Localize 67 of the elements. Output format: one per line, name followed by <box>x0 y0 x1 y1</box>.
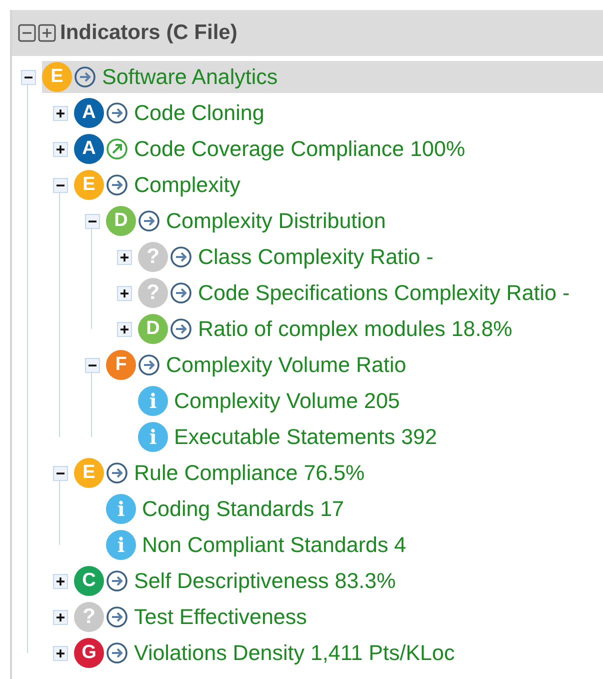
grade-badge: A <box>74 98 104 128</box>
tree-row[interactable]: C Self Descriptiveness 83.3% <box>52 565 603 597</box>
panel-title: Indicators (C File) <box>60 21 238 45</box>
expand-toggle-icon[interactable] <box>52 610 68 624</box>
tree-item-label[interactable]: Non Compliant Standards 4 <box>142 532 406 558</box>
expand-toggle-icon[interactable] <box>52 574 68 588</box>
tree-row[interactable]: i Coding Standards 17 <box>84 493 603 525</box>
info-badge: i <box>106 494 136 524</box>
expand-toggle-icon[interactable] <box>52 646 68 660</box>
grade-badge: E <box>42 62 72 92</box>
grade-badge: D <box>138 314 168 344</box>
collapse-all-icon[interactable] <box>18 24 36 42</box>
tree-item-label[interactable]: Code Coverage Compliance 100% <box>134 136 466 162</box>
grade-badge: C <box>74 566 104 596</box>
expand-all-icon[interactable] <box>38 24 56 42</box>
grade-badge: E <box>74 170 104 200</box>
tree-item-label[interactable]: Complexity Volume Ratio <box>166 352 406 378</box>
tree-row[interactable]: E Complexity <box>52 169 603 201</box>
expand-toggle-icon[interactable] <box>52 142 68 156</box>
tree-item-label[interactable]: Rule Compliance 76.5% <box>134 460 365 486</box>
grade-badge: E <box>74 458 104 488</box>
collapse-toggle-icon[interactable] <box>84 214 100 228</box>
tree-item-label[interactable]: Self Descriptiveness 83.3% <box>134 568 396 594</box>
tree-row[interactable]: A Code Cloning <box>52 97 603 129</box>
unknown-grade-badge: ? <box>74 602 104 632</box>
tree-item-label[interactable]: Violations Density 1,411 Pts/KLoc <box>134 640 455 666</box>
unknown-grade-badge: ? <box>138 278 168 308</box>
grade-badge: F <box>106 350 136 380</box>
info-badge: i <box>138 386 168 416</box>
tree-row[interactable]: ? Test Effectiveness <box>52 601 603 633</box>
tree-row[interactable]: E Rule Compliance 76.5% <box>52 457 603 489</box>
tree-item-label[interactable]: Ratio of complex modules 18.8% <box>198 316 512 342</box>
tree-item-label[interactable]: Executable Statements 392 <box>174 424 437 450</box>
expand-toggle-icon[interactable] <box>116 250 132 264</box>
tree-item-label[interactable]: Code Specifications Complexity Ratio - <box>198 280 570 306</box>
tree-item-label[interactable]: Complexity <box>134 172 240 198</box>
tree-item-label[interactable]: Class Complexity Ratio - <box>198 244 434 270</box>
grade-badge: D <box>106 206 136 236</box>
tree-row[interactable]: A Code Coverage Compliance 100% <box>52 133 603 165</box>
expand-toggle-icon[interactable] <box>116 286 132 300</box>
tree-item-label[interactable]: Coding Standards 17 <box>142 496 344 522</box>
unknown-grade-badge: ? <box>138 242 168 272</box>
collapse-toggle-icon[interactable] <box>52 178 68 192</box>
collapse-toggle-icon[interactable] <box>52 466 68 480</box>
tree-row[interactable]: G Violations Density 1,411 Pts/KLoc <box>52 637 603 669</box>
tree-item-label[interactable]: Test Effectiveness <box>134 604 307 630</box>
collapse-toggle-icon[interactable] <box>20 70 36 84</box>
grade-badge: A <box>74 134 104 164</box>
tree-item-label[interactable]: Software Analytics <box>102 64 278 90</box>
tree-row[interactable]: F Complexity Volume Ratio <box>84 349 603 381</box>
tree-row[interactable]: ? Class Complexity Ratio - <box>116 241 603 273</box>
tree-row[interactable]: ? Code Specifications Complexity Ratio - <box>116 277 603 309</box>
tree-row[interactable]: D Complexity Distribution <box>84 205 603 237</box>
info-badge: i <box>138 422 168 452</box>
tree-row[interactable]: D Ratio of complex modules 18.8% <box>116 313 603 345</box>
grade-badge: G <box>74 638 104 668</box>
collapse-toggle-icon[interactable] <box>84 358 100 372</box>
tree-item-label[interactable]: Code Cloning <box>134 100 264 126</box>
expand-toggle-icon[interactable] <box>116 322 132 336</box>
tree-row[interactable]: i Complexity Volume 205 <box>116 385 603 417</box>
selected-row-highlight[interactable]: E Software Analytics <box>20 61 603 93</box>
tree-item-label[interactable]: Complexity Distribution <box>166 208 386 234</box>
tree-row[interactable]: i Non Compliant Standards 4 <box>84 529 603 561</box>
tree-row[interactable]: i Executable Statements 392 <box>116 421 603 453</box>
info-badge: i <box>106 530 136 560</box>
tree-item-label[interactable]: Complexity Volume 205 <box>174 388 400 414</box>
expand-toggle-icon[interactable] <box>52 106 68 120</box>
